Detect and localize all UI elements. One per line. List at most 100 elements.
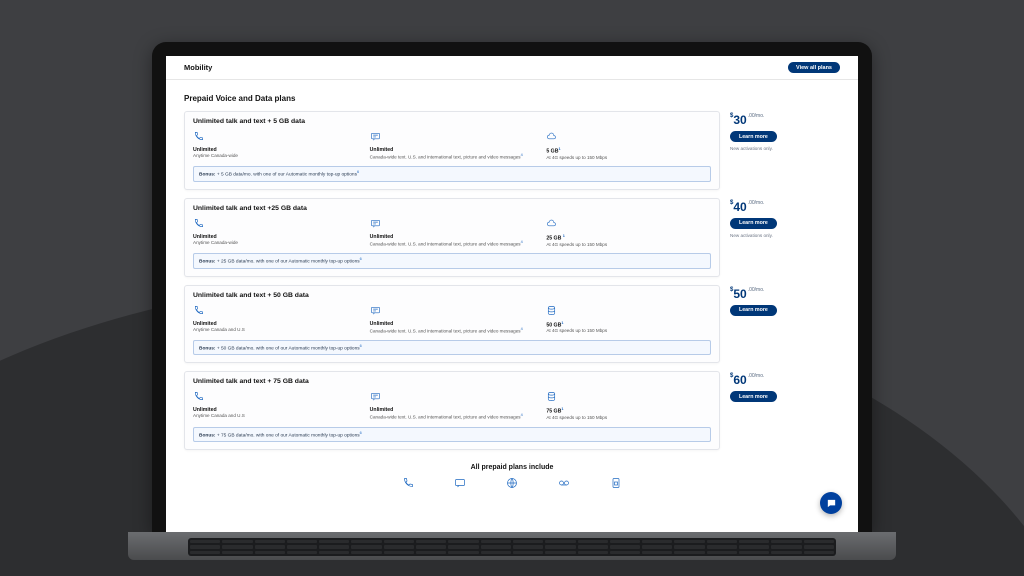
feature-row: Unlimited Anytime Canada and U.S Unlimit… — [193, 305, 711, 334]
feature-text: Unlimited Canada-wide text. U.S. and int… — [370, 218, 535, 247]
keyboard-keys — [188, 538, 836, 556]
plan-price: $40.00/mo. — [730, 200, 840, 214]
feature-desc: At 4G speeds up to 150 Mbps — [546, 155, 711, 161]
activation-note: New activations only. — [730, 233, 840, 238]
feature-desc: Anytime Canada-wide — [193, 240, 358, 246]
footnote-superscript: 1 — [563, 234, 565, 238]
feature-text: Unlimited Canada-wide text. U.S. and int… — [370, 391, 535, 420]
data-icon — [546, 218, 711, 231]
plan-price: $30.00/mo. — [730, 113, 840, 127]
data-icon — [546, 131, 711, 144]
feature-desc: Anytime Canada and U.S — [193, 327, 358, 333]
feature-desc: Canada-wide text. U.S. and international… — [370, 413, 535, 420]
plan-card: Unlimited talk and text + 5 GB data Unli… — [184, 111, 840, 190]
feature-desc: Anytime Canada-wide — [193, 153, 358, 159]
learn-more-button[interactable]: Learn more — [730, 305, 777, 316]
footnote-superscript: 6 — [360, 257, 362, 261]
plan-price: $60.00/mo. — [730, 373, 840, 387]
plan-name: Unlimited talk and text + 75 GB data — [193, 378, 711, 385]
feature-desc: Canada-wide text. U.S. and international… — [370, 153, 535, 160]
content: Prepaid Voice and Data plans Unlimited t… — [166, 80, 858, 501]
message-icon — [370, 305, 535, 318]
feature-text: Unlimited Canada-wide text. U.S. and int… — [370, 305, 535, 334]
data-icon — [546, 391, 711, 404]
data-icon — [546, 305, 711, 318]
feature-label: 75 GB1 — [546, 407, 711, 415]
feature-talk: Unlimited Anytime Canada and U.S — [193, 305, 358, 334]
laptop-keyboard — [128, 532, 896, 560]
message-icon — [370, 131, 535, 144]
plan-details: Unlimited talk and text + 50 GB data Unl… — [184, 285, 720, 364]
feature-desc: At 4G speeds up to 150 Mbps — [546, 328, 711, 334]
bonus-callout: Bonus: + 5 GB data/mo. with one of our A… — [193, 166, 711, 182]
phone-icon — [193, 131, 358, 144]
include-phone-icon — [402, 477, 414, 491]
footnote-superscript: 6 — [360, 344, 362, 348]
footnote-superscript: 6 — [360, 431, 362, 435]
footnote-superscript: 1 — [561, 321, 563, 325]
message-icon — [370, 391, 535, 404]
topbar: Mobility View all plans — [166, 56, 858, 80]
plan-card: Unlimited talk and text + 75 GB data Unl… — [184, 371, 840, 450]
include-voicemail-icon — [558, 477, 570, 491]
plan-pricing: $60.00/mo. Learn more — [730, 371, 840, 450]
bonus-callout: Bonus: + 75 GB data/mo. with one of our … — [193, 427, 711, 443]
feature-row: Unlimited Anytime Canada-wide Unlimited … — [193, 131, 711, 160]
laptop-screen: Mobility View all plans Prepaid Voice an… — [166, 56, 858, 532]
feature-data: 50 GB1 At 4G speeds up to 150 Mbps — [546, 305, 711, 334]
plan-details: Unlimited talk and text + 5 GB data Unli… — [184, 111, 720, 190]
feature-talk: Unlimited Anytime Canada and U.S — [193, 391, 358, 420]
feature-label: 50 GB1 — [546, 321, 711, 329]
feature-desc: Anytime Canada and U.S — [193, 413, 358, 419]
phone-icon — [193, 218, 358, 231]
plan-card: Unlimited talk and text +25 GB data Unli… — [184, 198, 840, 277]
footnote-superscript: 4 — [521, 240, 523, 244]
feature-label: 5 GB1 — [546, 147, 711, 155]
footnote-superscript: 4 — [521, 153, 523, 157]
learn-more-button[interactable]: Learn more — [730, 218, 777, 229]
phone-icon — [193, 305, 358, 318]
feature-desc: Canada-wide text. U.S. and international… — [370, 327, 535, 334]
feature-data: 5 GB1 At 4G speeds up to 150 Mbps — [546, 131, 711, 160]
feature-text: Unlimited Canada-wide text. U.S. and int… — [370, 131, 535, 160]
plan-pricing: $40.00/mo. Learn more New activations on… — [730, 198, 840, 277]
feature-talk: Unlimited Anytime Canada-wide — [193, 131, 358, 160]
learn-more-button[interactable]: Learn more — [730, 391, 777, 402]
laptop-frame: Mobility View all plans Prepaid Voice an… — [152, 42, 872, 560]
footnote-superscript: 4 — [521, 327, 523, 331]
include-globe-icon — [506, 477, 518, 491]
view-all-plans-button[interactable]: View all plans — [788, 62, 840, 73]
chat-icon — [826, 498, 837, 509]
learn-more-button[interactable]: Learn more — [730, 131, 777, 142]
plan-name: Unlimited talk and text + 5 GB data — [193, 118, 711, 125]
include-sim-icon — [610, 477, 622, 491]
include-message-icon — [454, 477, 466, 491]
feature-row: Unlimited Anytime Canada and U.S Unlimit… — [193, 391, 711, 420]
plan-card: Unlimited talk and text + 50 GB data Unl… — [184, 285, 840, 364]
feature-label: 25 GB 1 — [546, 234, 711, 242]
feature-desc: At 4G speeds up to 150 Mbps — [546, 242, 711, 248]
plan-pricing: $30.00/mo. Learn more New activations on… — [730, 111, 840, 190]
feature-desc: Canada-wide text. U.S. and international… — [370, 240, 535, 247]
help-chat-button[interactable] — [820, 492, 842, 514]
plan-details: Unlimited talk and text + 75 GB data Unl… — [184, 371, 720, 450]
feature-row: Unlimited Anytime Canada-wide Unlimited … — [193, 218, 711, 247]
includes-title: All prepaid plans include — [184, 464, 840, 471]
phone-icon — [193, 391, 358, 404]
plan-price: $50.00/mo. — [730, 287, 840, 301]
activation-note: New activations only. — [730, 146, 840, 151]
plan-pricing: $50.00/mo. Learn more — [730, 285, 840, 364]
section-title: Prepaid Voice and Data plans — [184, 94, 840, 103]
bonus-callout: Bonus: + 50 GB data/mo. with one of our … — [193, 340, 711, 356]
footnote-superscript: 6 — [357, 170, 359, 174]
footnote-superscript: 1 — [561, 407, 563, 411]
plan-name: Unlimited talk and text + 50 GB data — [193, 292, 711, 299]
feature-desc: At 4G speeds up to 150 Mbps — [546, 415, 711, 421]
include-icon-row — [184, 477, 840, 491]
message-icon — [370, 218, 535, 231]
laptop-bezel: Mobility View all plans Prepaid Voice an… — [152, 42, 872, 532]
bonus-callout: Bonus: + 25 GB data/mo. with one of our … — [193, 253, 711, 269]
plan-name: Unlimited talk and text +25 GB data — [193, 205, 711, 212]
feature-data: 25 GB 1 At 4G speeds up to 150 Mbps — [546, 218, 711, 247]
footnote-superscript: 1 — [558, 147, 560, 151]
